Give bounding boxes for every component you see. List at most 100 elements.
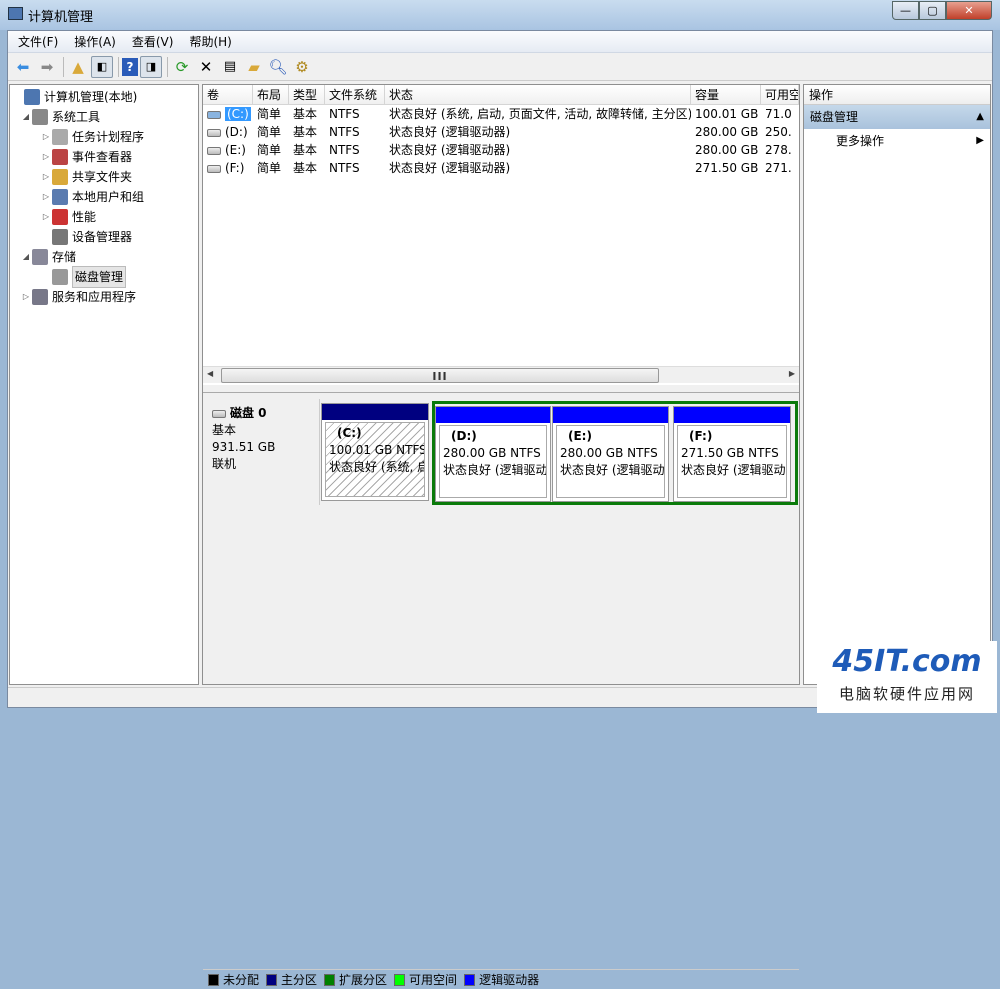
scrollbar-thumb[interactable]: III: [221, 368, 659, 383]
disk-type: 基本: [212, 423, 237, 437]
menu-help[interactable]: 帮助(H): [189, 33, 231, 50]
back-arrow-icon[interactable]: ⬅: [12, 56, 34, 78]
watermark-logo-text: 45IT.com: [832, 644, 982, 679]
open-folder-icon[interactable]: ▰: [243, 56, 265, 78]
partition-bar: [553, 407, 668, 423]
refresh-icon[interactable]: ⟳: [171, 56, 193, 78]
expand-icon[interactable]: ▷: [40, 167, 52, 187]
tree-item-label: 任务计划程序: [72, 130, 145, 144]
search-icon[interactable]: 🔍︎: [267, 56, 289, 78]
volume-cell: 状态良好 (逻辑驱动器): [389, 161, 511, 175]
volume-cell: 状态良好 (系统, 启动, 页面文件, 活动, 故障转储, 主分区): [389, 107, 691, 121]
legend-swatch: [324, 973, 336, 986]
maximize-button[interactable]: ▢: [919, 1, 946, 20]
expand-icon[interactable]: ▷: [20, 287, 32, 307]
column-header-type[interactable]: 类型: [289, 85, 325, 104]
tree-item-label: 性能: [72, 210, 97, 224]
actions-section-disk-management[interactable]: 磁盘管理 ▲: [804, 105, 990, 129]
volume-row[interactable]: (F:) 简单 基本 NTFS 状态良好 (逻辑驱动器) 271.50 GB 271.: [203, 159, 799, 177]
expand-icon[interactable]: ◢: [20, 107, 32, 127]
forward-arrow-icon[interactable]: ➡: [36, 56, 58, 78]
expand-icon[interactable]: ▷: [40, 187, 52, 207]
legend-swatch: [208, 973, 219, 986]
volume-row[interactable]: (D:) 简单 基本 NTFS 状态良好 (逻辑驱动器) 280.00 GB 250.: [203, 123, 799, 141]
computer-management-icon: [8, 7, 23, 20]
partition-f[interactable]: (F:) 271.50 GB NTFS 状态良好 (逻辑驱动: [673, 406, 791, 502]
volume-table-header: 卷 布局 类型 文件系统 状态 容量 可用空: [203, 85, 799, 105]
expand-icon[interactable]: ▷: [40, 207, 52, 227]
legend-item: 扩展分区: [324, 971, 387, 988]
window-frame: 文件(F) 操作(A) 查看(V) 帮助(H) ⬅ ➡ ▲ ◧ ? ◨ ⟳ ✕ …: [7, 30, 993, 987]
tree-item[interactable]: ◢ 存储: [20, 247, 76, 267]
volume-cell: 简单: [257, 107, 282, 121]
column-header-layout[interactable]: 布局: [253, 85, 289, 104]
tree-item[interactable]: 设备管理器: [40, 227, 132, 247]
volume-icon: [207, 128, 221, 137]
volume-cell: (F:): [203, 159, 253, 177]
properties-icon[interactable]: ▤: [219, 56, 241, 78]
menu-action[interactable]: 操作(A): [74, 33, 116, 50]
up-folder-icon[interactable]: ▲: [67, 56, 89, 78]
volume-cell: 100.01 GB: [695, 107, 759, 121]
scroll-left-icon[interactable]: ◀: [207, 369, 213, 378]
tree-item[interactable]: ▷ 共享文件夹: [40, 167, 132, 187]
tree-item[interactable]: 磁盘管理: [40, 266, 127, 288]
legend-swatch: [266, 973, 278, 986]
expand-icon[interactable]: ◢: [20, 247, 32, 267]
section-label: 磁盘管理: [810, 110, 859, 124]
column-header-free[interactable]: 可用空: [761, 85, 799, 104]
tree-item[interactable]: ▷ 事件查看器: [40, 147, 132, 167]
more-actions-item[interactable]: 更多操作 ▶: [804, 129, 990, 153]
volume-cell: 280.00 GB: [695, 143, 759, 157]
volume-cell: 状态良好 (逻辑驱动器): [389, 125, 511, 139]
volume-cell: (C:): [203, 105, 253, 123]
menu-view[interactable]: 查看(V): [132, 33, 174, 50]
horizontal-scrollbar[interactable]: ◀ III ▶: [203, 366, 799, 383]
menu-file[interactable]: 文件(F): [18, 33, 58, 50]
window-title: 计算机管理: [28, 10, 94, 25]
disk-0-label[interactable]: 磁盘 0 基本 931.51 GB 联机: [204, 399, 320, 505]
help-icon[interactable]: ?: [122, 57, 138, 76]
volume-cell: 简单: [257, 125, 282, 139]
show-hide-tree-icon[interactable]: ◧: [91, 55, 113, 78]
disk-status: 联机: [212, 457, 237, 471]
column-header-status[interactable]: 状态: [385, 85, 691, 104]
minimize-button[interactable]: —: [892, 1, 919, 20]
disk-management-pane: 卷 布局 类型 文件系统 状态 容量 可用空 (C:) 简单 基本 NTFS 状态良好 …: [202, 84, 800, 987]
partition-e[interactable]: (E:) 280.00 GB NTFS 状态良好 (逻辑驱动: [552, 406, 669, 502]
volume-list: 卷 布局 类型 文件系统 状态 容量 可用空 (C:) 简单 基本 NTFS 状态良好 …: [203, 85, 799, 385]
column-header-volume[interactable]: 卷: [203, 85, 253, 104]
tree-node-icon: [32, 249, 48, 265]
disk-graph: 磁盘 0 基本 931.51 GB 联机 (C:) 100.01 GB NTFS 状…: [203, 392, 799, 987]
column-header-filesystem[interactable]: 文件系统: [325, 85, 385, 104]
scroll-grip: III: [432, 370, 448, 383]
delete-icon[interactable]: ✕: [195, 56, 217, 78]
tree-item-label: 系统工具: [52, 110, 101, 124]
tree-item[interactable]: ▷ 服务和应用程序: [20, 287, 136, 307]
column-header-capacity[interactable]: 容量: [691, 85, 761, 104]
tree-item[interactable]: ▷ 性能: [40, 207, 96, 227]
disk-name: 磁盘 0: [230, 406, 267, 420]
expand-icon[interactable]: ▷: [40, 147, 52, 167]
settings-icon[interactable]: ⚙: [291, 56, 313, 78]
tree-item[interactable]: ▷ 任务计划程序: [40, 127, 144, 147]
expand-icon[interactable]: ▷: [40, 127, 52, 147]
tree-item[interactable]: ▷ 本地用户和组: [40, 187, 144, 207]
collapse-up-icon[interactable]: ▲: [976, 105, 984, 129]
partition-c[interactable]: (C:) 100.01 GB NTFS 状态良好 (系统, 启: [321, 403, 429, 501]
tree-item[interactable]: 计算机管理(本地): [12, 87, 137, 107]
actions-pane: 操作 磁盘管理 ▲ 更多操作 ▶: [803, 84, 991, 685]
show-hide-action-pane-icon[interactable]: ◨: [140, 55, 162, 78]
tree-node-icon: [52, 189, 68, 205]
partition-d[interactable]: (D:) 280.00 GB NTFS 状态良好 (逻辑驱动: [435, 406, 551, 502]
scroll-right-icon[interactable]: ▶: [789, 369, 795, 378]
volume-row[interactable]: (C:) 简单 基本 NTFS 状态良好 (系统, 启动, 页面文件, 活动, 故障转储…: [203, 105, 799, 123]
close-button[interactable]: ✕: [946, 1, 992, 20]
navigation-tree: 计算机管理(本地) ◢ 系统工具 ▷ 任务计划程序 ▷ 事件查看器 ▷ 共享文件夹 ▷ 本地用户和组…: [9, 84, 199, 685]
volume-row[interactable]: (E:) 简单 基本 NTFS 状态良好 (逻辑驱动器) 280.00 GB 278.: [203, 141, 799, 159]
partition-bar: [322, 404, 428, 420]
partition-bar: [674, 407, 790, 423]
tree-item[interactable]: ◢ 系统工具: [20, 107, 100, 127]
disk-size: 931.51 GB: [212, 440, 276, 454]
legend: 未分配 主分区 扩展分区 可用空间 逻辑驱动器: [203, 969, 799, 989]
